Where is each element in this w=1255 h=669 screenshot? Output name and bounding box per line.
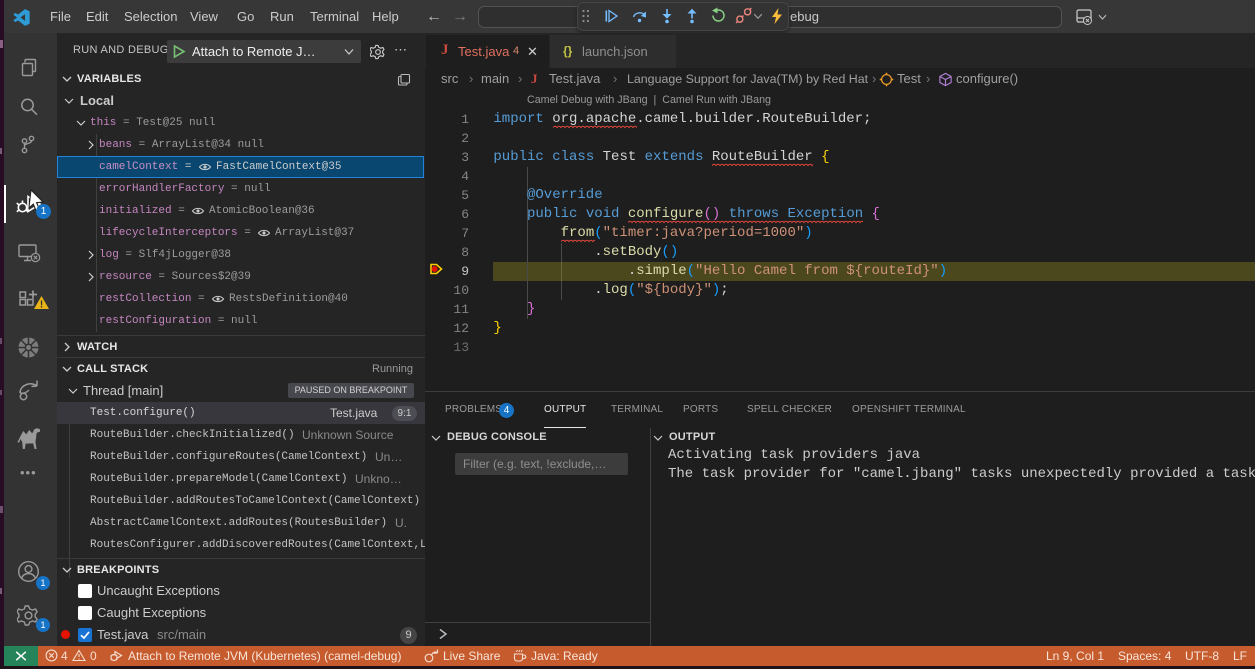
svg-text:!: ! [40, 300, 43, 311]
